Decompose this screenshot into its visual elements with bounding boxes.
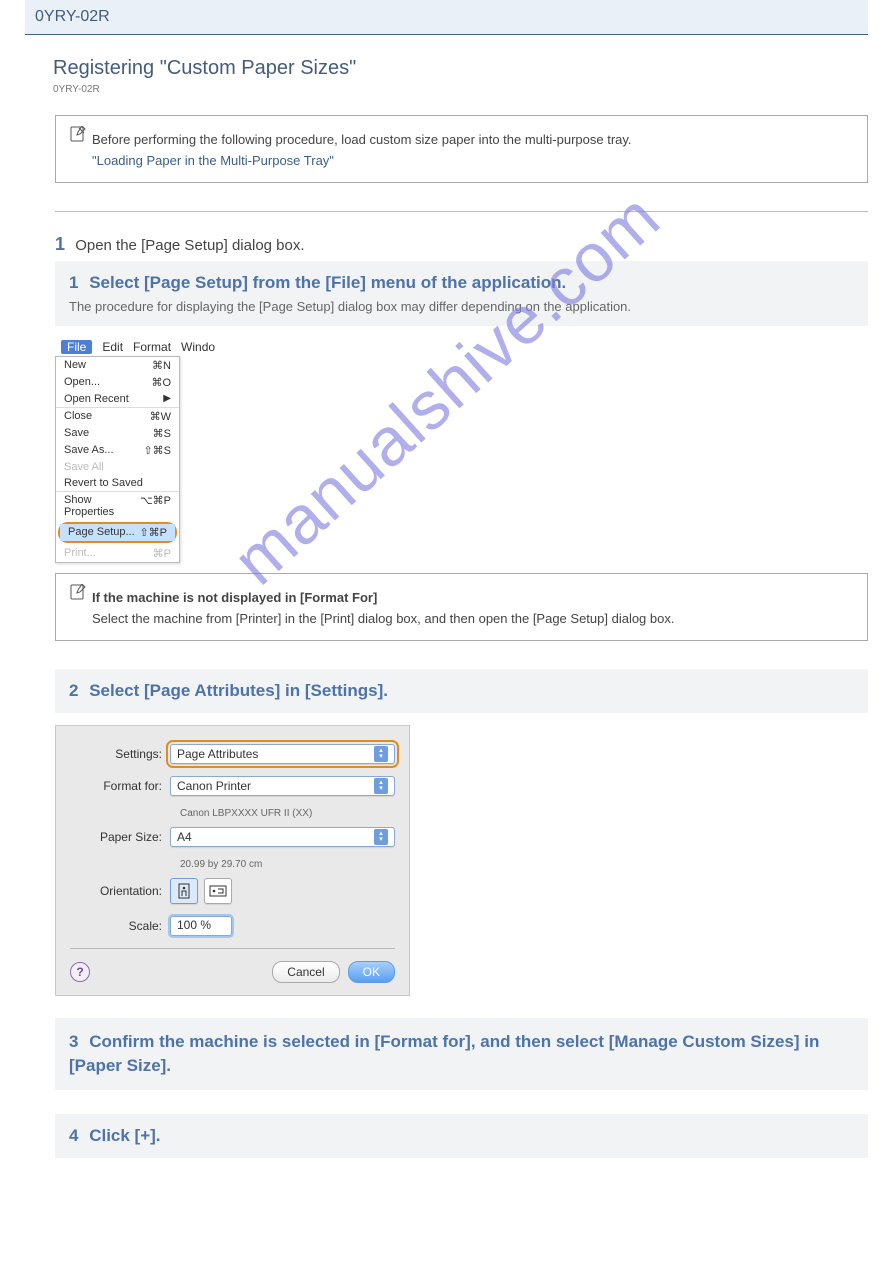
step-2: 2 Select [Page Attributes] in [Settings]… xyxy=(55,669,868,713)
step-sub: The procedure for displaying the [Page S… xyxy=(69,299,854,314)
portrait-icon xyxy=(177,883,191,899)
papersize-value: A4 xyxy=(177,830,192,844)
page-title: Registering "Custom Paper Sizes" xyxy=(53,57,868,80)
scale-value: 100 % xyxy=(177,918,211,932)
menu-item-page-setup[interactable]: Page Setup...⇧⌘P xyxy=(60,524,175,541)
step-head: Select [Page Setup] from the [File] menu… xyxy=(89,273,566,292)
note-icon xyxy=(70,584,86,600)
intro-num: 1 xyxy=(55,234,65,254)
ok-button[interactable]: OK xyxy=(348,961,395,983)
note-link[interactable]: "Loading Paper in the Multi-Purpose Tray… xyxy=(92,153,853,168)
dropdown-icon: ▴▾ xyxy=(374,829,388,845)
orientation-label: Orientation: xyxy=(70,884,170,898)
menu-edit[interactable]: Edit xyxy=(102,340,123,354)
formatfor-combo[interactable]: Canon Printer ▴▾ xyxy=(170,776,395,796)
note2-head: If the machine is not displayed in [Form… xyxy=(92,590,853,605)
step-num: 4 xyxy=(69,1126,78,1145)
papersize-combo[interactable]: A4 ▴▾ xyxy=(170,827,395,847)
menu-item-print: Print...⌘P xyxy=(56,545,179,562)
menubar: File Edit Format Windo xyxy=(55,338,868,356)
file-menu-figure: File Edit Format Windo New⌘N Open...⌘O O… xyxy=(55,338,868,563)
menu-window[interactable]: Windo xyxy=(181,340,215,354)
settings-value: Page Attributes xyxy=(177,747,258,761)
orientation-portrait-button[interactable] xyxy=(170,878,198,904)
page-setup-dialog: Settings: Page Attributes ▴▾ Format for:… xyxy=(55,725,410,996)
note-box-2: If the machine is not displayed in [Form… xyxy=(55,573,868,641)
page-setup-highlight: Page Setup...⇧⌘P xyxy=(58,522,177,543)
menu-item-save-as[interactable]: Save As...⇧⌘S xyxy=(56,442,179,459)
page-refcode: 0YRY-02R xyxy=(53,84,868,95)
landscape-icon xyxy=(209,884,227,898)
menu-item-save[interactable]: Save⌘S xyxy=(56,425,179,442)
dropdown-icon: ▴▾ xyxy=(374,778,388,794)
file-dropdown: New⌘N Open...⌘O Open Recent▶ Close⌘W Sav… xyxy=(55,356,180,563)
note-text: Before performing the following procedur… xyxy=(92,132,853,147)
note-box: Before performing the following procedur… xyxy=(55,115,868,183)
formatfor-value: Canon Printer xyxy=(177,779,251,793)
divider xyxy=(25,34,868,35)
chevron-right-icon: ▶ xyxy=(163,393,171,405)
divider xyxy=(55,211,868,212)
menu-item-open-recent[interactable]: Open Recent▶ xyxy=(56,391,179,407)
scale-label: Scale: xyxy=(70,919,170,933)
menu-item-open[interactable]: Open...⌘O xyxy=(56,374,179,391)
menu-item-save-all: Save All xyxy=(56,459,179,475)
papersize-sub: 20.99 by 29.70 cm xyxy=(180,859,395,870)
formatfor-sub: Canon LBPXXXX UFR II (XX) xyxy=(180,808,395,819)
step-1: 1 Select [Page Setup] from the [File] me… xyxy=(55,261,868,326)
step-head: Select [Page Attributes] in [Settings]. xyxy=(89,681,388,700)
dropdown-icon: ▴▾ xyxy=(374,746,388,762)
intro-line: 1 Open the [Page Setup] dialog box. xyxy=(55,228,868,261)
help-button[interactable]: ? xyxy=(70,962,90,982)
settings-combo[interactable]: Page Attributes ▴▾ xyxy=(170,744,395,764)
page-code: 0YRY-02R xyxy=(35,8,110,25)
menu-item-new[interactable]: New⌘N xyxy=(56,357,179,374)
note2-body: Select the machine from [Printer] in the… xyxy=(92,611,853,626)
note-icon xyxy=(70,126,86,142)
step-num: 1 xyxy=(69,273,78,292)
scale-input[interactable]: 100 % xyxy=(170,916,232,936)
papersize-label: Paper Size: xyxy=(70,830,170,844)
menu-item-show-properties[interactable]: Show Properties⌥⌘P xyxy=(56,491,179,520)
intro-text: Open the [Page Setup] dialog box. xyxy=(75,237,304,254)
menu-item-close[interactable]: Close⌘W xyxy=(56,407,179,425)
step-num: 2 xyxy=(69,681,78,700)
page-code-bar: 0YRY-02R xyxy=(25,0,868,34)
step-num: 3 xyxy=(69,1032,78,1051)
step-head: Confirm the machine is selected in [Form… xyxy=(69,1032,819,1075)
formatfor-label: Format for: xyxy=(70,779,170,793)
step-4: 4 Click [+]. xyxy=(55,1114,868,1158)
menu-file[interactable]: File xyxy=(61,340,92,354)
divider xyxy=(70,948,395,949)
orientation-landscape-button[interactable] xyxy=(204,878,232,904)
step-head: Click [+]. xyxy=(89,1126,160,1145)
menu-format[interactable]: Format xyxy=(133,340,171,354)
settings-label: Settings: xyxy=(70,747,170,761)
step-3: 3 Confirm the machine is selected in [Fo… xyxy=(55,1018,868,1090)
cancel-button[interactable]: Cancel xyxy=(272,961,339,983)
menu-item-revert[interactable]: Revert to Saved xyxy=(56,475,179,491)
